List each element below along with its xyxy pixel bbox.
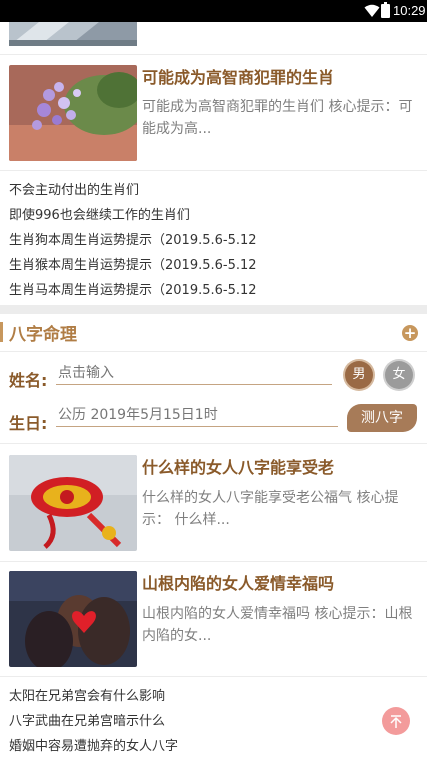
article-thumbnail[interactable]	[9, 65, 137, 161]
name-input[interactable]	[56, 361, 332, 385]
birthday-field[interactable]: 公历 2019年5月15日1时	[56, 403, 338, 427]
divider	[0, 170, 427, 171]
divider	[0, 54, 427, 55]
list-item[interactable]: 八字武曲在兄弟宫暗示什么	[9, 710, 165, 729]
article-image-partial[interactable]	[9, 22, 137, 46]
wifi-icon	[364, 4, 380, 17]
section-marker	[0, 322, 3, 342]
article-title[interactable]: 什么样的女人八字能享受老	[142, 454, 334, 478]
section-separator	[0, 305, 427, 314]
article-summary: 什么样的女人八字能享受老公福气 核心提示： 什么样...	[142, 490, 399, 528]
back-to-top-button[interactable]	[382, 707, 410, 735]
list-item[interactable]: 即使996也会继续工作的生肖们	[9, 204, 190, 223]
divider	[0, 676, 427, 677]
male-button[interactable]: 男	[345, 361, 373, 389]
arrow-up-icon	[390, 715, 402, 728]
list-item[interactable]: 婚姻中容易遭抛弃的女人八字	[9, 735, 178, 754]
birthday-label: 生日:	[9, 414, 48, 433]
divider	[0, 561, 427, 562]
article-summary: 山根内陷的女人爱情幸福吗 核心提示：山根内陷的女...	[142, 606, 413, 644]
status-time: 10:29	[393, 3, 426, 18]
article-thumbnail[interactable]	[9, 455, 137, 551]
divider	[0, 443, 427, 444]
article-summary: 可能成为高智商犯罪的生肖们 核心提示：可能成为高...	[142, 99, 413, 137]
status-bar: 10:29	[0, 0, 427, 22]
article-title[interactable]: 山根内陷的女人爱情幸福吗	[142, 570, 334, 594]
name-label: 姓名:	[9, 371, 48, 390]
list-item[interactable]: 生肖马本周生肖运势提示（2019.5.6-5.12	[9, 279, 257, 298]
female-button[interactable]: 女	[385, 361, 413, 389]
article-thumbnail[interactable]	[9, 571, 137, 667]
list-item[interactable]: 太阳在兄弟宫会有什么影响	[9, 685, 165, 704]
battery-icon	[381, 2, 390, 18]
calculate-bazi-button[interactable]: 测八字	[347, 404, 417, 432]
list-item[interactable]: 生肖猴本周生肖运势提示（2019.5.6-5.12	[9, 254, 257, 273]
article-title[interactable]: 可能成为高智商犯罪的生肖	[142, 64, 334, 88]
section-title: 八字命理	[9, 325, 77, 345]
plus-circle-icon[interactable]: +	[402, 325, 418, 341]
divider	[0, 351, 427, 352]
list-item[interactable]: 生肖狗本周生肖运势提示（2019.5.6-5.12	[9, 229, 257, 248]
list-item[interactable]: 不会主动付出的生肖们	[9, 179, 139, 198]
